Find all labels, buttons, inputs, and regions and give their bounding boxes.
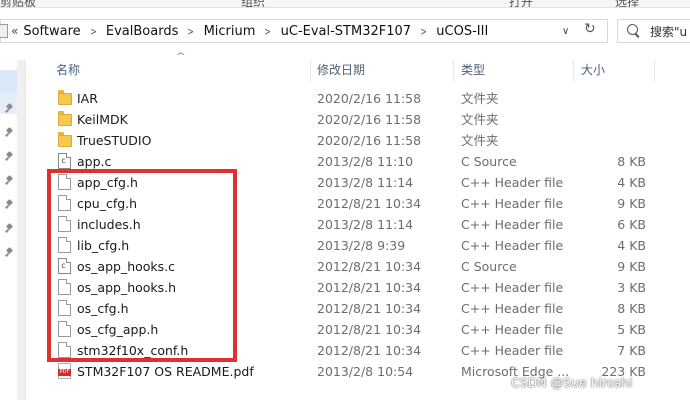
breadcrumb-separator-icon[interactable]: >	[188, 25, 194, 38]
watermark: CSDN @Sue hiroshi	[511, 375, 633, 390]
file-type: 文件夹	[461, 133, 499, 148]
sort-ascending-icon: ^	[175, 52, 187, 62]
refresh-icon[interactable]: ↻	[584, 21, 596, 37]
vertical-scrollbar[interactable]	[686, 50, 690, 400]
column-divider[interactable]	[453, 60, 454, 82]
file-type: 文件夹	[461, 112, 499, 127]
nav-item-selected[interactable]	[0, 70, 17, 92]
file-size: 9 KB	[617, 196, 646, 211]
file-date: 2012/8/21 10:34	[317, 280, 422, 295]
ribbon-strip: 剪贴板 组织 打开 选择	[0, 0, 690, 8]
file-type: C++ Header file	[461, 175, 564, 190]
column-header-type[interactable]: 类型	[461, 58, 485, 82]
file-size: 7 KB	[617, 343, 646, 358]
file-date: 2020/2/16 11:58	[317, 112, 422, 127]
column-header-size[interactable]: 大小	[581, 58, 605, 82]
file-date: 2012/8/21 10:34	[317, 301, 422, 316]
breadcrumb-item-uc-eval[interactable]: uC-Eval-STM32F107	[281, 24, 411, 39]
location-icon	[0, 24, 8, 38]
file-row[interactable]: TrueSTUDIO 2020/2/16 11:58 文件夹	[48, 130, 668, 151]
pdf-icon	[58, 363, 71, 379]
file-size: 8 KB	[617, 301, 646, 316]
ribbon-label-open: 打开	[509, 0, 534, 8]
ribbon-label-organize: 组织	[241, 0, 266, 8]
breadcrumb-separator-icon[interactable]: >	[265, 25, 271, 38]
column-header-date[interactable]: 修改日期	[317, 58, 365, 82]
file-type: 文件夹	[461, 91, 499, 106]
search-input[interactable]: 搜索"u	[617, 19, 690, 43]
file-size: 9 KB	[617, 259, 646, 274]
breadcrumb-overflow-icon[interactable]: «	[11, 24, 19, 38]
search-placeholder: 搜索"u	[650, 24, 688, 39]
file-size: 6 KB	[617, 217, 646, 232]
pin-icon	[4, 224, 14, 234]
breadcrumb-item-ucos-iii[interactable]: uCOS-III	[436, 24, 488, 39]
file-name: KeilMDK	[77, 112, 128, 127]
file-type: C++ Header file	[461, 217, 564, 232]
file-type: C++ Header file	[461, 196, 564, 211]
pin-icon	[4, 152, 14, 162]
pin-icon	[4, 248, 14, 258]
column-divider[interactable]	[654, 60, 655, 82]
file-size: 4 KB	[617, 238, 646, 253]
file-type: C Source	[461, 154, 517, 169]
file-date: 2013/2/8 11:14	[317, 217, 414, 232]
file-date: 2012/8/21 10:34	[317, 196, 422, 211]
pin-icon	[4, 176, 14, 186]
column-divider[interactable]	[310, 60, 311, 82]
nav-scrollbar[interactable]	[17, 60, 25, 400]
breadcrumb-item-micrium[interactable]: Micrium	[204, 24, 256, 39]
file-date: 2012/8/21 10:34	[317, 322, 422, 337]
file-date: 2013/2/8 11:10	[317, 154, 414, 169]
address-bar-row: « Software > EvalBoards > Micrium > uC-E…	[0, 8, 690, 48]
pin-icon	[4, 200, 14, 210]
breadcrumb-item-evalboards[interactable]: EvalBoards	[106, 24, 178, 39]
breadcrumb-separator-icon[interactable]: >	[90, 25, 96, 38]
address-dropdown-icon[interactable]: ∨	[562, 26, 569, 37]
breadcrumb-separator-icon[interactable]: >	[420, 25, 426, 38]
file-size: 8 KB	[617, 154, 646, 169]
file-name: TrueSTUDIO	[77, 133, 152, 148]
highlight-box	[47, 169, 237, 362]
file-name: IAR	[77, 91, 98, 106]
file-type: C Source	[461, 259, 517, 274]
file-name: STM32F107 OS README.pdf	[77, 364, 254, 379]
column-header-name[interactable]: 名称	[56, 58, 80, 82]
file-date: 2020/2/16 11:58	[317, 91, 422, 106]
file-row[interactable]: IAR 2020/2/16 11:58 文件夹	[48, 88, 668, 109]
ribbon-label-select: 选择	[615, 0, 640, 8]
file-type: C++ Header file	[461, 343, 564, 358]
file-type: C++ Header file	[461, 280, 564, 295]
file-date: 2012/8/21 10:34	[317, 259, 422, 274]
file-type: C++ Header file	[461, 301, 564, 316]
address-bar[interactable]: « Software > EvalBoards > Micrium > uC-E…	[0, 19, 608, 43]
file-type: C++ Header file	[461, 322, 564, 337]
file-row[interactable]: KeilMDK 2020/2/16 11:58 文件夹	[48, 109, 668, 130]
file-date: 2013/2/8 10:54	[317, 364, 414, 379]
pane-divider[interactable]	[25, 60, 26, 400]
c-source-icon	[58, 153, 71, 169]
folder-icon	[58, 111, 72, 126]
folder-icon	[58, 90, 72, 105]
folder-icon	[58, 132, 72, 147]
column-divider[interactable]	[573, 60, 574, 82]
breadcrumb-item-software[interactable]: Software	[23, 24, 80, 39]
navigation-pane[interactable]	[0, 60, 17, 400]
search-icon	[627, 24, 641, 38]
file-size: 4 KB	[617, 175, 646, 190]
file-size: 5 KB	[617, 322, 646, 337]
file-date: 2020/2/16 11:58	[317, 133, 422, 148]
pin-icon	[4, 128, 14, 138]
file-date: 2012/8/21 10:34	[317, 343, 422, 358]
file-size: 3 KB	[617, 280, 646, 295]
file-date: 2013/2/8 11:14	[317, 175, 414, 190]
file-type: C++ Header file	[461, 238, 564, 253]
file-date: 2013/2/8 9:39	[317, 238, 406, 253]
pin-icon	[4, 104, 14, 114]
ribbon-label-clipboard: 剪贴板	[0, 0, 37, 8]
